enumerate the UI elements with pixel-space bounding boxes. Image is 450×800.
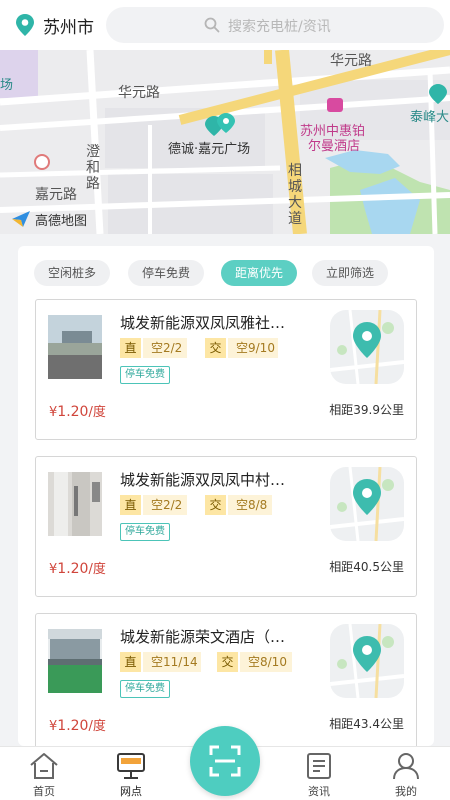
nav-label-profile: 我的 [395, 785, 417, 798]
station-name: 城发新能源双凤凤中村… [120, 471, 286, 489]
station-name: 城发新能源双凤凤雅社… [120, 314, 286, 332]
filter-label: 停车免费 [141, 266, 190, 280]
filter-bar: 空闲桩多 停车免费 距离优先 立即筛选 [18, 246, 434, 294]
map-label-left-edge: 场 [0, 78, 14, 93]
map-label-hotel-line2: 尔曼酒店 [308, 139, 361, 154]
station-photo [48, 315, 102, 379]
filter-distance-first[interactable]: 距离优先 [221, 260, 297, 286]
station-name: 城发新能源荣文酒店（… [120, 628, 286, 646]
search-icon [204, 17, 220, 33]
map-label-poi-center: 德诚·嘉元广场 [168, 142, 251, 157]
filter-label: 立即筛选 [325, 266, 374, 280]
dc-available: 空2/2 [143, 495, 187, 515]
station-card[interactable]: 城发新能源双凤凤中村… 直 空2/2 交 空8/8 停车免费 ¥1.20/度 相… [35, 456, 417, 597]
search-bar[interactable]: 搜索充电桩/资讯 [106, 7, 444, 43]
price: ¥1.20/度 [49, 558, 106, 577]
filter-label: 空闲桩多 [47, 266, 96, 280]
ac-tag: 交 [217, 652, 238, 672]
station-list-panel: 空闲桩多 停车免费 距离优先 立即筛选 城发新能源双凤凤雅社… 直 空2/2 交… [18, 246, 434, 746]
filter-free-parking[interactable]: 停车免费 [128, 260, 204, 286]
filter-idle-piles[interactable]: 空闲桩多 [34, 260, 110, 286]
price-unit: /度 [88, 405, 106, 420]
station-icon [117, 753, 145, 779]
nav-label-news: 资讯 [308, 785, 330, 798]
free-parking-badge: 停车免费 [120, 366, 170, 384]
price: ¥1.20/度 [49, 715, 106, 734]
map-label-huayuan-mid: 华元路 [118, 85, 160, 101]
dc-available: 空11/14 [143, 652, 201, 672]
amap-logo-text: 高德地图 [35, 213, 88, 229]
city-selector[interactable]: 苏州市 [43, 13, 94, 38]
map-label-chenghe-road: 澄和路 [86, 144, 100, 192]
top-bar: 苏州市 搜索充电桩/资讯 [0, 0, 450, 50]
station-photo [48, 629, 102, 693]
price: ¥1.20/度 [49, 401, 106, 420]
ac-tag: 交 [205, 495, 226, 515]
station-distance: 相距40.5公里 [329, 560, 404, 574]
nav-home[interactable]: 首页 [14, 747, 74, 800]
free-parking-badge: 停车免费 [120, 680, 170, 698]
dc-tag: 直 [120, 338, 141, 358]
price-value: 1.20 [57, 718, 89, 734]
dc-available: 空2/2 [143, 338, 187, 358]
location-map-icon[interactable] [330, 624, 404, 698]
station-distance: 相距43.4公里 [329, 717, 404, 731]
map-label-taifeng: 泰峰大 [410, 110, 450, 125]
ac-tag: 交 [205, 338, 226, 358]
map-label-huayuan-top: 华元路 [330, 53, 372, 69]
nav-profile[interactable]: 我的 [376, 747, 436, 800]
profile-icon [393, 753, 419, 780]
news-icon [307, 753, 331, 779]
station-card[interactable]: 城发新能源双凤凤雅社… 直 空2/2 交 空9/10 停车免费 ¥1.20/度 … [35, 299, 417, 440]
price-unit: /度 [88, 719, 106, 734]
station-photo [48, 472, 102, 536]
map-view[interactable]: 华元路 华元路 嘉元路 澄和路 相城大道 德诚·嘉元广场 苏州中惠铂 尔曼酒店 … [0, 50, 450, 234]
nav-label-home: 首页 [33, 785, 55, 798]
free-parking-badge: 停车免费 [120, 523, 170, 541]
filter-apply[interactable]: 立即筛选 [312, 260, 388, 286]
map-label-xiangcheng-ave: 相城大道 [288, 163, 302, 227]
location-map-icon[interactable] [330, 467, 404, 541]
price-unit: /度 [88, 562, 106, 577]
dc-tag: 直 [120, 495, 141, 515]
nav-label-stations: 网点 [120, 785, 142, 798]
ac-available: 空9/10 [228, 338, 278, 358]
map-label-jiayuan-road: 嘉元路 [35, 187, 77, 203]
location-pin-icon[interactable] [14, 13, 36, 37]
ac-available: 空8/8 [228, 495, 272, 515]
ac-available: 空8/10 [240, 652, 292, 672]
home-icon [30, 753, 58, 779]
price-value: 1.20 [57, 561, 89, 577]
station-distance: 相距39.9公里 [329, 403, 404, 417]
location-map-icon[interactable] [330, 310, 404, 384]
scan-button[interactable] [190, 726, 260, 796]
dc-tag: 直 [120, 652, 141, 672]
scan-icon [209, 745, 241, 777]
nav-stations[interactable]: 网点 [101, 747, 161, 800]
search-placeholder: 搜索充电桩/资讯 [228, 19, 331, 35]
filter-label: 距离优先 [234, 266, 283, 280]
nav-news[interactable]: 资讯 [289, 747, 349, 800]
price-value: 1.20 [57, 404, 89, 420]
amap-logo: 高德地图 [10, 208, 87, 230]
amap-logo-icon [12, 211, 30, 227]
